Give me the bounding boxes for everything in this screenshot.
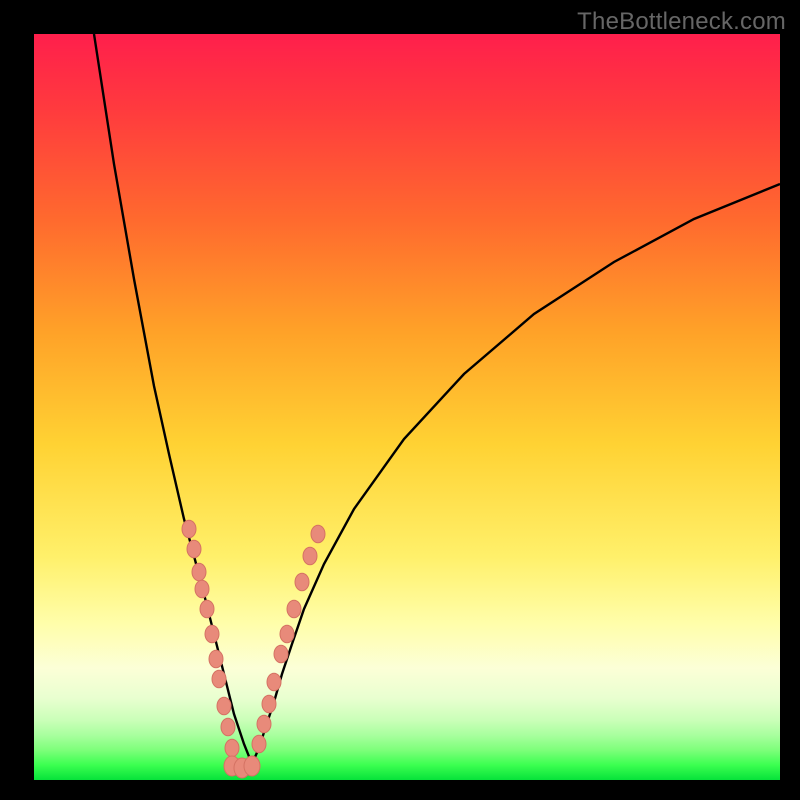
data-dot	[262, 695, 276, 713]
data-dot	[280, 625, 294, 643]
data-dot	[267, 673, 281, 691]
data-dot	[195, 580, 209, 598]
data-dot	[182, 520, 196, 538]
data-dot	[252, 735, 266, 753]
data-dot	[257, 715, 271, 733]
bottleneck-curve-left	[94, 34, 252, 764]
chart-stage: TheBottleneck.com	[0, 0, 800, 800]
curve-layer	[34, 34, 780, 780]
watermark-text: TheBottleneck.com	[577, 8, 786, 36]
bottleneck-curve-right	[252, 184, 780, 764]
data-dot	[200, 600, 214, 618]
data-dot	[187, 540, 201, 558]
data-dot	[303, 547, 317, 565]
data-dot	[225, 739, 239, 757]
data-dot	[244, 756, 260, 776]
data-dot	[221, 718, 235, 736]
plot-gradient-area	[34, 34, 780, 780]
data-dot	[217, 697, 231, 715]
data-dot	[287, 600, 301, 618]
data-dot	[192, 563, 206, 581]
data-dot	[212, 670, 226, 688]
data-dot	[311, 525, 325, 543]
data-dots-group	[182, 520, 325, 778]
data-dot	[274, 645, 288, 663]
data-dot	[209, 650, 223, 668]
data-dot	[205, 625, 219, 643]
data-dot	[295, 573, 309, 591]
